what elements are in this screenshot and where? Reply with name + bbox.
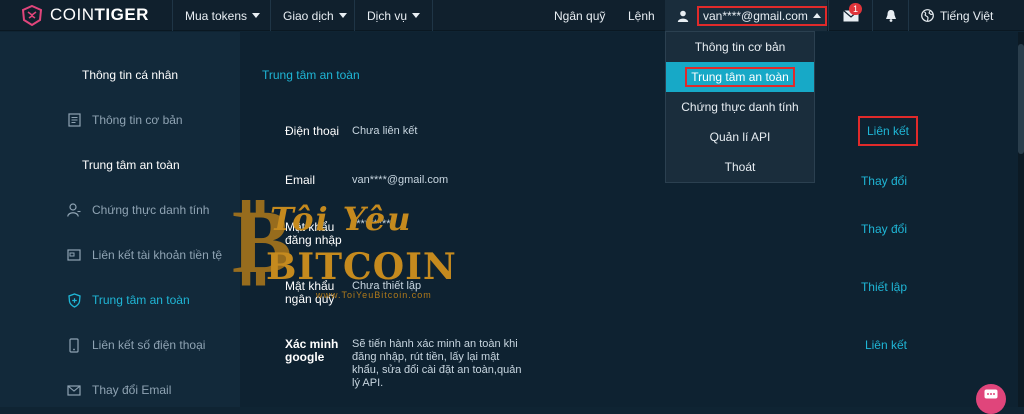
dropdown-item-label: Trung tâm an toàn xyxy=(685,67,795,87)
sidebar-section-personal: Thông tin cá nhân xyxy=(82,68,179,82)
email-label: Email xyxy=(285,173,316,187)
google-auth-label: Xác minh google xyxy=(285,338,338,364)
sidebar-item-label: Liên kết số điện thoại xyxy=(92,338,206,352)
chevron-down-icon xyxy=(412,13,421,18)
user-email: van****@gmail.com xyxy=(703,8,808,23)
login-password-label: Mật khẩu đăng nhập xyxy=(285,221,342,247)
shield-icon xyxy=(66,292,82,308)
user-icon xyxy=(677,10,689,22)
dropdown-item-basic-info[interactable]: Thông tin cơ bản xyxy=(666,32,814,62)
mail-icon xyxy=(66,382,82,398)
scrollbar-thumb[interactable] xyxy=(1018,44,1024,154)
chat-icon xyxy=(984,389,998,399)
dropdown-item-label: Thoát xyxy=(724,160,756,174)
nav-orders[interactable]: Lệnh xyxy=(628,0,655,31)
language-label: Tiếng Việt xyxy=(940,8,994,23)
sidebar: Thông tin cá nhân Thông tin cơ bản Trung… xyxy=(0,32,240,407)
sidebar-item-label: Thông tin cơ bản xyxy=(92,113,183,127)
phone-label: Điện thoại xyxy=(285,124,340,138)
sidebar-item-basic-info[interactable]: Thông tin cơ bản xyxy=(66,112,183,128)
sidebar-section-security: Trung tâm an toàn xyxy=(82,158,180,172)
notifications-button[interactable] xyxy=(872,0,908,31)
fund-password-value: Chưa thiết lập xyxy=(352,280,422,292)
security-center-panel: Trung tâm an toàn Điện thoại Chưa liên k… xyxy=(240,32,1024,407)
message-count-badge: 1 xyxy=(849,3,863,15)
user-dropdown-menu: Thông tin cơ bản Trung tâm an toàn Chứng… xyxy=(665,31,815,183)
language-selector[interactable]: Tiếng Việt xyxy=(908,0,1024,31)
google-auth-description: Sẽ tiến hành xác minh an toàn khi đăng n… xyxy=(352,338,521,390)
label-line: google xyxy=(285,350,325,364)
set-fund-password-button[interactable]: Thiết lập xyxy=(861,280,907,294)
login-password-value: ********** xyxy=(352,218,395,230)
chat-support-button[interactable] xyxy=(976,384,1006,414)
nav-services-label: Dịch vụ xyxy=(367,8,408,23)
label-line: đăng nhập xyxy=(285,233,342,247)
dropdown-item-label: Quản lí API xyxy=(709,130,771,144)
card-icon xyxy=(66,247,82,263)
bell-icon xyxy=(885,10,896,22)
cointiger-logo[interactable]: COINTIGER xyxy=(20,4,149,26)
chevron-down-icon xyxy=(252,13,261,18)
fund-password-label: Mật khẩu ngân quỹ xyxy=(285,280,334,306)
sidebar-item-currency-account[interactable]: Liên kết tài khoản tiền tệ xyxy=(66,247,222,263)
user-outline-icon xyxy=(66,202,82,218)
document-icon xyxy=(66,112,82,128)
nav-trade-label: Giao dịch xyxy=(283,8,334,23)
sidebar-item-label: Thay đổi Email xyxy=(92,383,172,397)
dropdown-item-label: Thông tin cơ bản xyxy=(694,40,786,54)
dropdown-item-security-center[interactable]: Trung tâm an toàn xyxy=(666,62,814,92)
chevron-down-icon xyxy=(338,13,347,18)
description-line: lý API. xyxy=(352,377,384,389)
nav-buy-tokens-label: Mua tokens xyxy=(185,8,248,23)
breadcrumb: Trung tâm an toàn xyxy=(262,68,360,82)
top-navigation-bar: COINTIGER Mua tokens Giao dịch Dịch vụ N… xyxy=(0,0,1024,31)
link-phone-label: Liên kết xyxy=(866,124,910,138)
scrollbar[interactable] xyxy=(1018,32,1024,407)
sidebar-item-phone-link[interactable]: Liên kết số điện thoại xyxy=(66,337,205,353)
phone-icon xyxy=(66,337,82,353)
nav-services[interactable]: Dịch vụ xyxy=(354,0,434,31)
email-value: van****@gmail.com xyxy=(352,174,449,186)
sidebar-item-identity[interactable]: Chứng thực danh tính xyxy=(66,202,209,218)
sidebar-item-security-center[interactable]: Trung tâm an toàn xyxy=(66,292,190,308)
sidebar-item-change-email[interactable]: Thay đổi Email xyxy=(66,382,171,398)
dropdown-item-identity[interactable]: Chứng thực danh tính xyxy=(666,92,814,122)
sidebar-item-label: Trung tâm an toàn xyxy=(92,293,190,307)
chevron-up-icon xyxy=(812,13,821,18)
nav-buy-tokens[interactable]: Mua tokens xyxy=(172,0,272,31)
dropdown-item-logout[interactable]: Thoát xyxy=(666,152,814,182)
phone-value: Chưa liên kết xyxy=(352,125,418,137)
nav-trade[interactable]: Giao dịch xyxy=(270,0,359,31)
dropdown-item-api[interactable]: Quản lí API xyxy=(666,122,814,152)
link-google-auth-button[interactable]: Liên kết xyxy=(865,338,907,352)
link-phone-button[interactable]: Liên kết xyxy=(858,116,918,146)
change-login-password-button[interactable]: Thay đổi xyxy=(861,222,907,236)
messages-button[interactable]: 1 xyxy=(828,0,872,31)
change-email-button[interactable]: Thay đổi xyxy=(861,174,907,188)
user-menu-toggle[interactable]: van****@gmail.com xyxy=(665,0,827,31)
description-line: Sẽ tiến hành xác minh an toàn khi xyxy=(352,338,518,350)
nav-wallet[interactable]: Ngân quỹ xyxy=(554,0,605,31)
tiger-logo-icon xyxy=(21,4,43,26)
label-line: ngân quỹ xyxy=(285,292,335,306)
description-line: đăng nhập, rút tiền, lấy lại mật xyxy=(352,351,500,363)
logo-text: COINTIGER xyxy=(50,5,149,24)
description-line: khẩu, sửa đổi cài đặt an toàn,quản xyxy=(352,364,522,376)
sidebar-item-label: Liên kết tài khoản tiền tệ xyxy=(92,248,223,262)
sidebar-item-label: Chứng thực danh tính xyxy=(92,203,210,217)
user-email-highlight: van****@gmail.com xyxy=(697,5,827,26)
globe-icon xyxy=(921,9,934,22)
dropdown-item-label: Chứng thực danh tính xyxy=(681,100,799,114)
